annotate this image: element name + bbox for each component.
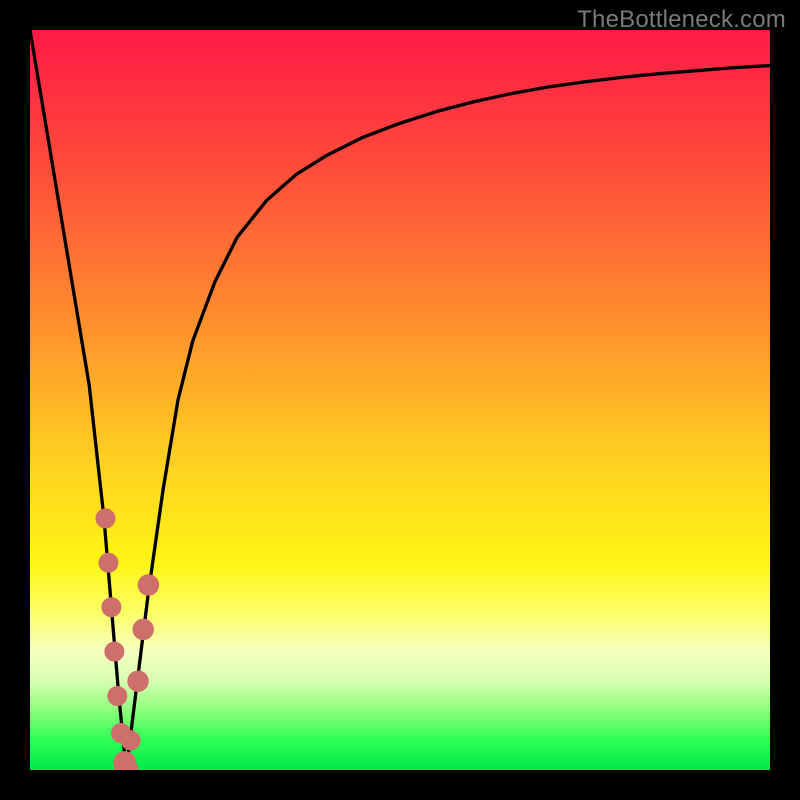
curve-marker xyxy=(102,598,121,617)
curve-marker xyxy=(133,619,154,640)
chart-frame: TheBottleneck.com xyxy=(0,0,800,800)
curve-marker xyxy=(128,671,149,692)
curve-layer xyxy=(30,30,770,770)
curve-marker xyxy=(96,509,115,528)
bottleneck-curve xyxy=(30,30,770,770)
plot-area xyxy=(30,30,770,770)
curve-marker xyxy=(105,642,124,661)
curve-marker xyxy=(121,731,140,750)
curve-marker xyxy=(138,575,159,596)
curve-marker xyxy=(108,686,127,705)
curve-marker xyxy=(99,553,118,572)
